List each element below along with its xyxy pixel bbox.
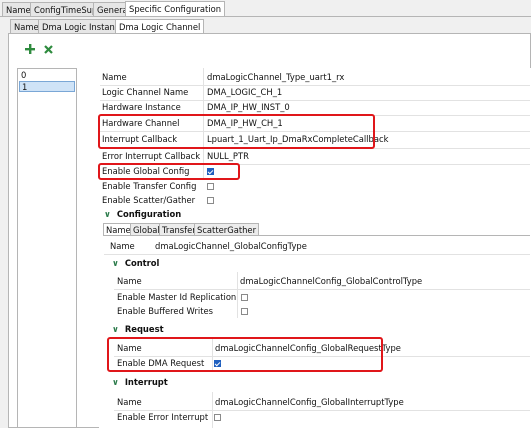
interrupt-section-header[interactable]: ∨ Interrupt	[112, 376, 168, 389]
master-id-replication-label: Enable Master Id Replication	[117, 292, 237, 302]
interrupt-title: Interrupt	[124, 377, 168, 387]
name-value[interactable]: dmaLogicChannel_Type_uart1_rx	[207, 71, 344, 84]
chevron-down-icon: ∨	[112, 324, 119, 334]
configuration-title: Configuration	[116, 209, 182, 219]
config-name-label: Name	[110, 241, 135, 251]
config-tab-transfer[interactable]: Transfer	[159, 223, 199, 235]
row-divider	[104, 254, 530, 255]
tab-specific-configuration[interactable]: Specific Configuration	[125, 1, 226, 16]
request-title: Request	[124, 324, 164, 334]
enable-error-interrupt-label: Enable Error Interrupt	[117, 412, 209, 422]
config-tab-global[interactable]: Global	[130, 223, 163, 235]
config-name-value[interactable]: dmaLogicChannel_GlobalConfigType	[155, 240, 307, 253]
buffered-writes-label: Enable Buffered Writes	[117, 306, 214, 316]
chevron-down-icon: ∨	[104, 209, 111, 219]
plus-icon[interactable]	[24, 43, 36, 55]
hardware-instance-value[interactable]: DMA_IP_HW_INST_0	[207, 101, 290, 114]
highlight-box-request	[107, 337, 383, 372]
enable-transfer-config-label: Enable Transfer Config	[102, 181, 197, 191]
interrupt-name-label: Name	[117, 397, 142, 407]
control-column-divider	[237, 272, 238, 318]
enable-scatter-gather-checkbox[interactable]	[207, 197, 214, 204]
x-icon[interactable]	[43, 44, 54, 55]
enable-error-interrupt-checkbox[interactable]	[214, 414, 221, 421]
list-item-selected[interactable]: 1	[19, 81, 75, 92]
master-id-replication-checkbox[interactable]	[241, 294, 248, 301]
logic-channel-name-label: Logic Channel Name	[102, 87, 189, 97]
control-title: Control	[124, 258, 160, 268]
channel-list[interactable]	[17, 68, 77, 428]
logic-channel-name-value[interactable]: DMA_LOGIC_CH_1	[207, 86, 282, 99]
buffered-writes-checkbox[interactable]	[241, 308, 248, 315]
configuration-section-header[interactable]: ∨ Configuration	[104, 208, 181, 221]
hardware-instance-label: Hardware Instance	[102, 102, 181, 112]
highlight-box-callback	[98, 114, 375, 149]
config-tab-divider	[103, 235, 530, 236]
subtab-dma-logic-channel[interactable]: Dma Logic Channel	[115, 19, 205, 33]
control-name-value[interactable]: dmaLogicChannelConfig_GlobalControlType	[240, 275, 422, 288]
request-section-header[interactable]: ∨ Request	[112, 323, 164, 336]
error-interrupt-callback-value[interactable]: NULL_PTR	[207, 150, 249, 163]
config-tab-scattergather[interactable]: ScatterGather	[194, 223, 260, 235]
enable-scatter-gather-label: Enable Scatter/Gather	[102, 195, 196, 205]
enable-transfer-config-checkbox[interactable]	[207, 183, 214, 190]
name-label: Name	[102, 72, 127, 82]
list-item[interactable]: 0	[19, 70, 75, 81]
control-section-header[interactable]: ∨ Control	[112, 257, 159, 270]
row-divider	[114, 289, 530, 290]
chevron-down-icon: ∨	[112, 377, 119, 387]
control-name-label: Name	[117, 276, 142, 286]
chevron-down-icon: ∨	[112, 258, 119, 268]
highlight-box-global-config	[98, 163, 240, 180]
tab-strip-divider	[0, 16, 531, 17]
error-interrupt-callback-label: Error Interrupt Callback	[102, 151, 201, 161]
interrupt-name-value[interactable]: dmaLogicChannelConfig_GlobalInterruptTyp…	[215, 396, 404, 409]
